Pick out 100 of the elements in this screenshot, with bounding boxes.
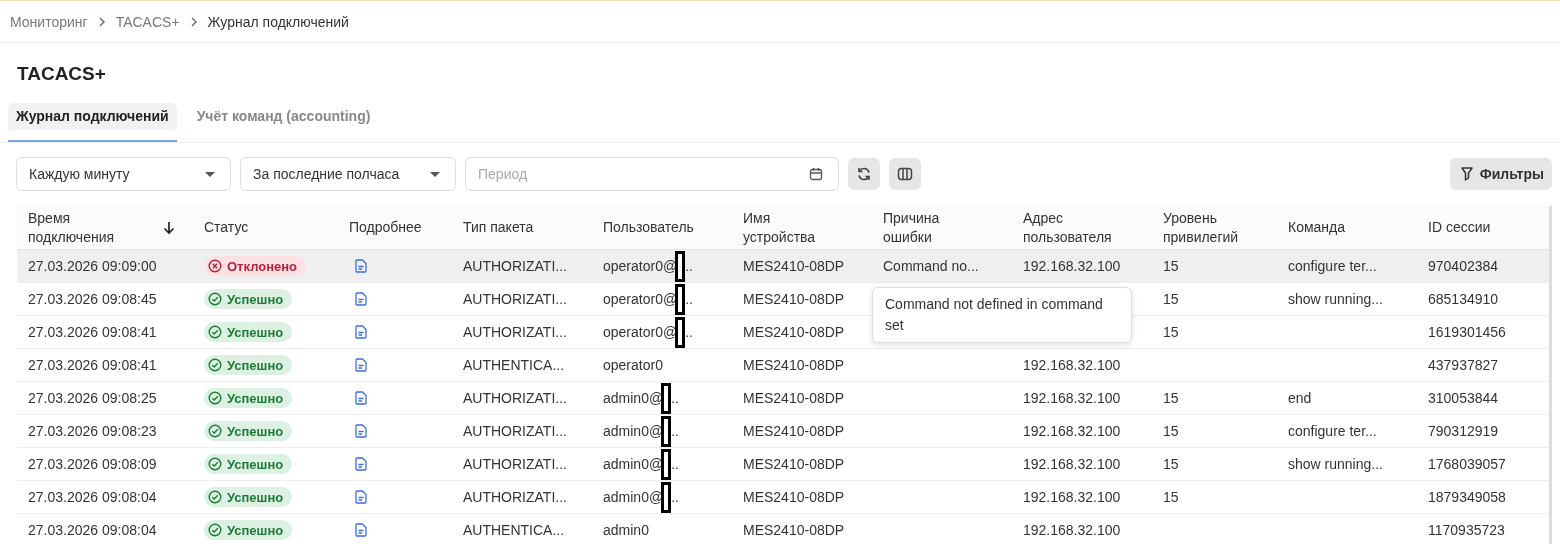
- status-badge: Успешно: [204, 289, 293, 309]
- table-cell: 15: [1163, 456, 1179, 472]
- column-header[interactable]: ID сессии: [1428, 218, 1491, 237]
- table-cell: 192.168.32.100: [1023, 423, 1121, 439]
- column-header[interactable]: Время подключения: [28, 208, 128, 247]
- column-header[interactable]: Статус: [204, 218, 249, 237]
- table-cell: AUTHORIZATI...: [463, 489, 567, 505]
- chevron-right-icon: [97, 16, 106, 27]
- columns-button[interactable]: [889, 158, 921, 190]
- table-cell: 437937827: [1428, 357, 1499, 373]
- status-badge: Успешно: [204, 487, 293, 507]
- table-row[interactable]: 27.03.2026 09:08:23 Успешно AUTHORIZATI... admin0@ .. MES2410-08DP 192.168.32.100 15 configure ter... 790312919: [17, 415, 1549, 448]
- status-badge: Успешно: [204, 388, 293, 408]
- refresh-icon: [856, 166, 872, 182]
- table-cell: 27.03.2026 09:08:04: [28, 522, 157, 538]
- table-row[interactable]: 27.03.2026 09:08:04 Успешно AUTHORIZATI... admin0@ .. MES2410-08DP 192.168.32.100 15 1879349058: [17, 481, 1549, 514]
- ellipsis-text: ..: [685, 291, 693, 307]
- table-cell: 1879349058: [1428, 489, 1506, 505]
- table-row[interactable]: 27.03.2026 09:08:41 Успешно AUTHENTICA... operator0 MES2410-08DP 192.168.32.100 437937827: [17, 349, 1549, 382]
- x-circle-icon: [208, 259, 222, 273]
- table-cell: AUTHORIZATI...: [463, 324, 567, 340]
- table-cell: 15: [1163, 291, 1179, 307]
- column-header[interactable]: Имя устройства: [743, 208, 843, 247]
- table-cell: 27.03.2026 09:08:45: [28, 291, 157, 307]
- table-cell: 192.168.32.100: [1023, 489, 1121, 505]
- table-cell: Command no...: [883, 258, 979, 274]
- column-header[interactable]: Адрес пользователя: [1023, 208, 1123, 247]
- table-cell: MES2410-08DP: [743, 489, 845, 505]
- table-cell: admin0@: [603, 390, 664, 406]
- table-cell: AUTHENTICA...: [463, 522, 565, 538]
- table-cell: configure ter...: [1288, 258, 1377, 274]
- columns-icon: [897, 166, 913, 182]
- filters-button[interactable]: Фильтры: [1449, 158, 1552, 190]
- breadcrumb-link[interactable]: TACACS+: [115, 13, 180, 30]
- caret-down-icon: [430, 171, 440, 177]
- document-icon: [355, 259, 367, 273]
- column-header[interactable]: Пользователь: [603, 218, 694, 237]
- table-cell: 685134910: [1428, 291, 1499, 307]
- table-cell: operator0@: [603, 291, 678, 307]
- ellipsis-text: ..: [671, 489, 679, 505]
- table-cell: 15: [1163, 258, 1179, 274]
- column-header[interactable]: Причина ошибки: [883, 208, 983, 247]
- table-cell: 192.168.32.100: [1023, 357, 1121, 373]
- table-cell: MES2410-08DP: [743, 258, 845, 274]
- check-circle-icon: [208, 325, 222, 339]
- table-cell: 27.03.2026 09:09:00: [28, 258, 157, 274]
- table-row[interactable]: 27.03.2026 09:08:25 Успешно AUTHORIZATI... admin0@ .. MES2410-08DP 192.168.32.100 15 end 310053844: [17, 382, 1549, 415]
- check-circle-icon: [208, 391, 222, 405]
- check-circle-icon: [208, 424, 222, 438]
- column-header[interactable]: Команда: [1288, 218, 1346, 237]
- column-header[interactable]: Уровень привилегий: [1163, 208, 1259, 247]
- table-cell: 27.03.2026 09:08:23: [28, 423, 157, 439]
- breadcrumb-link[interactable]: Мониторинг: [10, 13, 88, 30]
- breadcrumb-link[interactable]: Журнал подключений: [207, 13, 349, 30]
- tab[interactable]: Журнал подключений: [8, 103, 177, 142]
- document-icon: [355, 457, 367, 471]
- table-row[interactable]: 27.03.2026 09:08:09 Успешно AUTHORIZATI... admin0@ .. MES2410-08DP 192.168.32.100 15 show running... 1768039057: [17, 448, 1549, 481]
- table-cell: show running...: [1288, 291, 1383, 307]
- table-cell: admin0@: [603, 423, 664, 439]
- document-icon: [355, 391, 367, 405]
- status-badge: Успешно: [204, 454, 293, 474]
- tab[interactable]: Учёт команд (accounting): [188, 103, 379, 142]
- document-icon: [355, 424, 367, 438]
- document-icon: [355, 292, 367, 306]
- table-cell: AUTHENTICA...: [463, 357, 565, 373]
- table-cell: 192.168.32.100: [1023, 522, 1121, 538]
- table-cell: 192.168.32.100: [1023, 390, 1121, 406]
- ellipsis-text: ..: [685, 324, 693, 340]
- table-cell: MES2410-08DP: [743, 522, 845, 538]
- document-icon: [355, 325, 367, 339]
- column-header[interactable]: Тип пакета: [463, 218, 534, 237]
- table-cell: 970402384: [1428, 258, 1499, 274]
- column-header[interactable]: Подробнее: [349, 218, 422, 237]
- table-cell: 790312919: [1428, 423, 1499, 439]
- table-cell: 15: [1163, 423, 1179, 439]
- check-circle-icon: [208, 358, 222, 372]
- check-circle-icon: [208, 292, 222, 306]
- calendar-icon: [809, 167, 823, 181]
- table-cell: admin0@: [603, 489, 664, 505]
- table-cell: 192.168.32.100: [1023, 258, 1121, 274]
- dropdown[interactable]: За последние полчаса: [240, 157, 456, 191]
- date-field[interactable]: Период: [465, 157, 839, 191]
- table-cell: 1768039057: [1428, 456, 1506, 472]
- dropdown[interactable]: Каждую минуту: [16, 157, 231, 191]
- table-cell: 27.03.2026 09:08:41: [28, 324, 157, 340]
- table-cell: 27.03.2026 09:08:41: [28, 357, 157, 373]
- table-row[interactable]: 27.03.2026 09:08:04 Успешно AUTHENTICA... admin0 MES2410-08DP 192.168.32.100 1170935723: [17, 514, 1549, 544]
- document-icon: [355, 523, 367, 537]
- table-cell: MES2410-08DP: [743, 291, 845, 307]
- ellipsis-text: ..: [671, 456, 679, 472]
- table-cell: AUTHORIZATI...: [463, 423, 567, 439]
- document-icon: [355, 358, 367, 372]
- table-cell: 310053844: [1428, 390, 1499, 406]
- table-cell: 1170935723: [1428, 522, 1505, 538]
- table-cell: MES2410-08DP: [743, 423, 845, 439]
- refresh-button[interactable]: [848, 158, 880, 190]
- status-badge: Отклонено: [204, 256, 307, 276]
- table-cell: 192.168.32.100: [1023, 456, 1121, 472]
- table-cell: AUTHORIZATI...: [463, 456, 567, 472]
- check-circle-icon: [208, 523, 222, 537]
